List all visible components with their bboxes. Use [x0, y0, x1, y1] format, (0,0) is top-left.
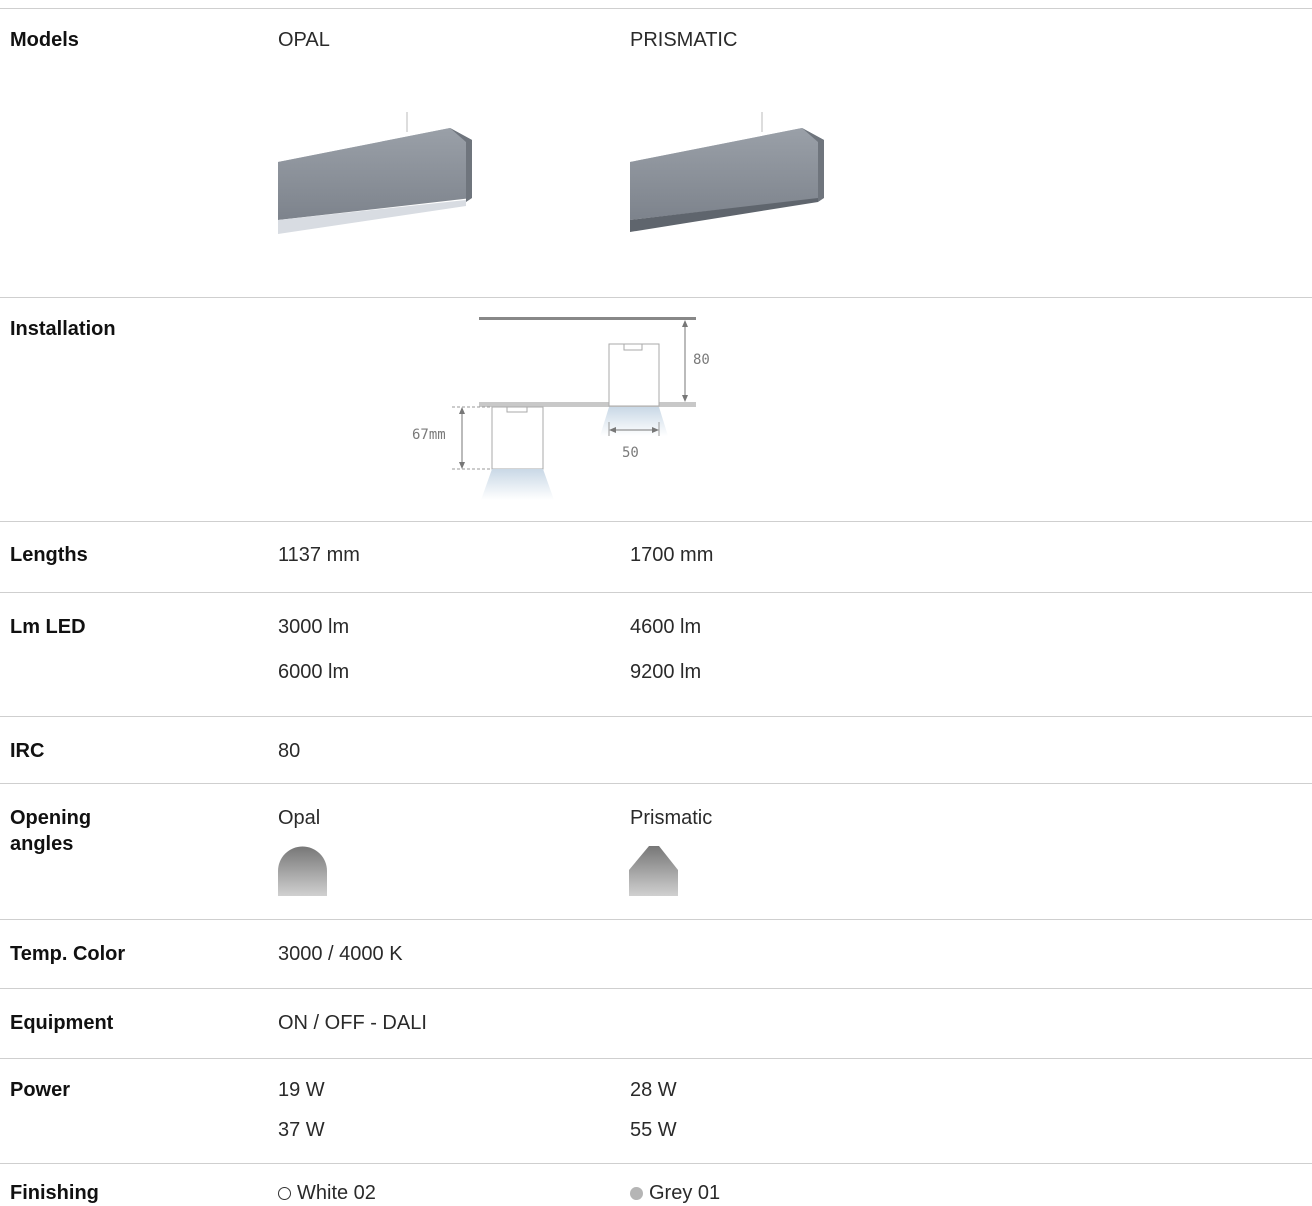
power-value: 37 W [278, 1119, 325, 1141]
divider-power [0, 1058, 1312, 1059]
divider-finishing [0, 1163, 1312, 1164]
label-irc: IRC [10, 740, 45, 762]
model-opal-name: OPAL [278, 29, 330, 51]
divider-installation [0, 297, 1312, 298]
opening-opal-label: Opal [278, 807, 321, 829]
label-lengths: Lengths [10, 544, 88, 566]
divider-top [0, 8, 1312, 9]
finishing-white-label: White 02 [297, 1182, 376, 1204]
lm-led-value: 4600 lm [630, 616, 702, 638]
prismatic-beam-icon [629, 846, 678, 896]
finishing-grey: Grey 01 [630, 1180, 720, 1206]
installation-dim-67mm: 67mm [412, 427, 446, 443]
temp-color-value: 3000 / 4000 K [278, 943, 403, 965]
label-power: Power [10, 1079, 71, 1101]
installation-diagram: 80 67mm 50 [412, 317, 710, 500]
lm-led-value: 6000 lm [278, 661, 350, 683]
finishing-grey-label: Grey 01 [649, 1182, 721, 1204]
opal-beam-icon [278, 846, 327, 896]
length-2: 1700 mm [630, 544, 714, 566]
white-swatch-icon [278, 1187, 291, 1200]
power-value: 19 W [278, 1079, 325, 1101]
lm-led-value: 3000 lm [278, 616, 350, 638]
finishing-white: White 02 [278, 1180, 376, 1206]
installation-dim-80: 80 [693, 352, 710, 368]
divider-lengths [0, 521, 1312, 522]
model-prismatic-name: PRISMATIC [630, 29, 738, 51]
divider-irc [0, 716, 1312, 717]
label-opening-line1: Opening [10, 807, 92, 829]
power-value: 55 W [630, 1119, 677, 1141]
label-lm-led: Lm LED [10, 616, 86, 638]
installation-dim-50: 50 [622, 445, 639, 461]
label-opening-angles: Opening angles [10, 805, 91, 857]
label-temp-color: Temp. Color [10, 943, 126, 965]
grey-swatch-icon [630, 1187, 643, 1200]
opening-prismatic-label: Prismatic [630, 807, 713, 829]
divider-lm-led [0, 592, 1312, 593]
label-installation: Installation [10, 318, 116, 340]
lm-led-value: 9200 lm [630, 661, 702, 683]
label-equipment: Equipment [10, 1012, 114, 1034]
label-finishing: Finishing [10, 1182, 99, 1204]
divider-temp [0, 919, 1312, 920]
label-opening-line2: angles [10, 833, 74, 855]
equipment-value: ON / OFF - DALI [278, 1012, 427, 1034]
divider-opening [0, 783, 1312, 784]
length-1: 1137 mm [278, 544, 360, 566]
power-value: 28 W [630, 1079, 677, 1101]
irc-value: 80 [278, 740, 301, 762]
divider-equipment [0, 988, 1312, 989]
prismatic-luminaire-image [630, 112, 824, 232]
label-models: Models [10, 29, 79, 51]
opal-luminaire-image [278, 112, 472, 234]
